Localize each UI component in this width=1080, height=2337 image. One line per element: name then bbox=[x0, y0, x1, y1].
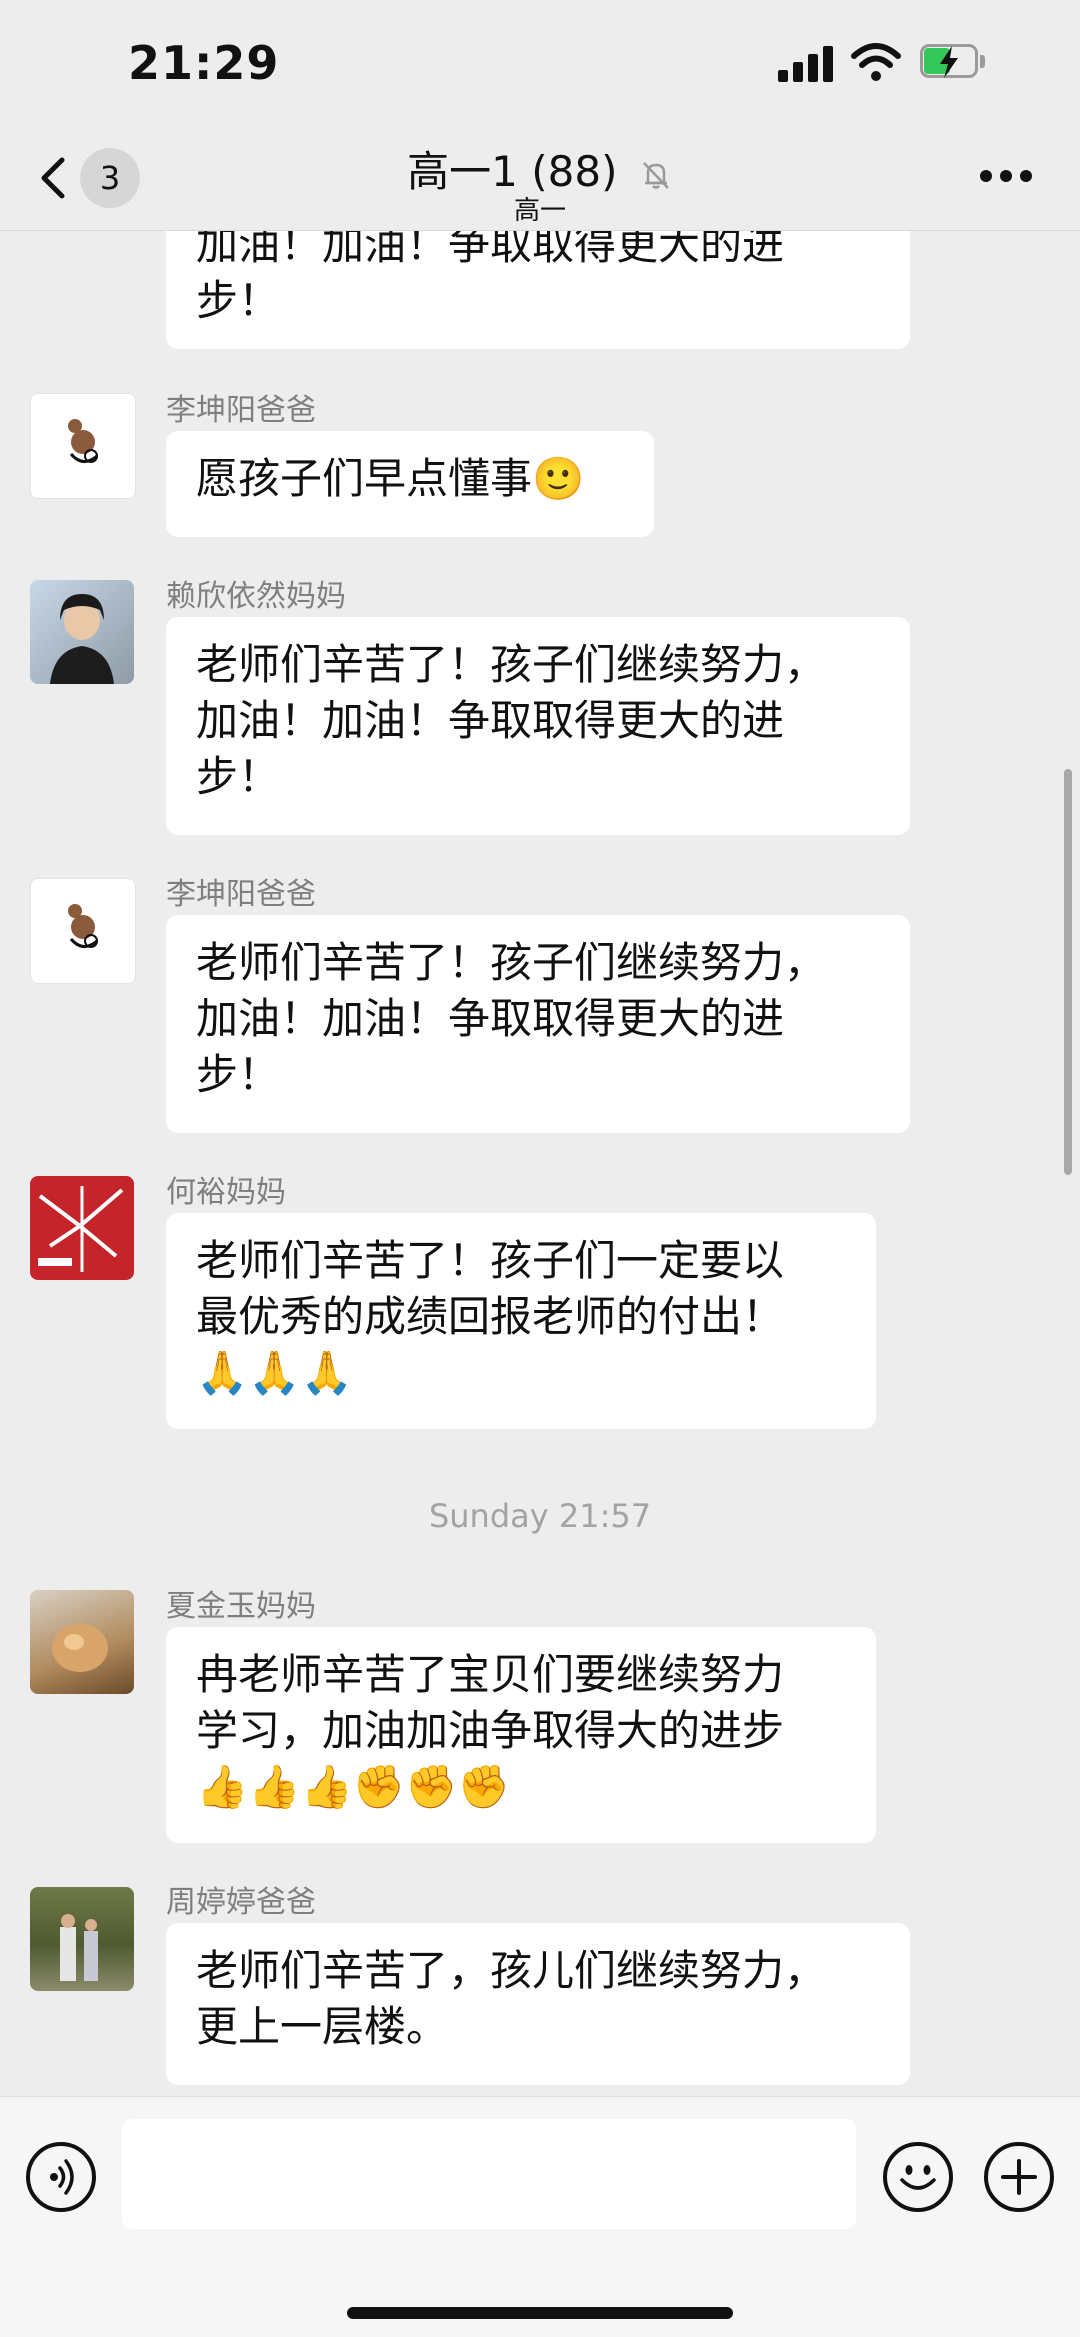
message-line: 老师们辛苦了！孩子们继续努力， bbox=[196, 938, 827, 987]
message-line: 步！ bbox=[196, 1050, 281, 1099]
message-line: 冉老师辛苦了宝贝们要继续努力 bbox=[196, 1650, 785, 1699]
message-bubble[interactable]: 加油！加油！争取取得更大的进 步！ bbox=[166, 231, 910, 349]
chat-subtitle: 高一 bbox=[513, 196, 566, 226]
message-line: 🙏🙏🙏 bbox=[196, 1348, 353, 1397]
message-line: 加油！加油！争取取得更大的进 bbox=[196, 994, 785, 1043]
message-line: 步！ bbox=[196, 752, 281, 801]
timestamp: Sunday 21:57 bbox=[428, 1497, 652, 1535]
message-line: 👍👍👍✊✊✊ bbox=[196, 1762, 510, 1811]
plus-button[interactable] bbox=[984, 2142, 1054, 2212]
emoji-button[interactable] bbox=[883, 2142, 953, 2212]
cellular-signal-icon bbox=[778, 44, 834, 82]
sender-name: 李坤阳爸爸 bbox=[166, 393, 316, 428]
avatar[interactable] bbox=[30, 393, 136, 499]
avatar[interactable] bbox=[30, 580, 134, 684]
message-bubble[interactable]: 老师们辛苦了！孩子们继续努力， 加油！加油！争取取得更大的进 步！ bbox=[166, 617, 910, 835]
message-bubble[interactable]: 老师们辛苦了！孩子们一定要以 最优秀的成绩回报老师的付出！ 🙏🙏🙏 bbox=[166, 1213, 876, 1429]
message-line: 老师们辛苦了！孩子们一定要以 bbox=[196, 1236, 785, 1285]
status-time: 21:29 bbox=[128, 36, 280, 90]
input-bar bbox=[0, 2096, 1080, 2337]
sender-name: 赖欣依然妈妈 bbox=[166, 579, 346, 614]
message-line: 更上一层楼。 bbox=[196, 2002, 449, 2051]
wifi-icon bbox=[851, 43, 901, 81]
message-line: 最优秀的成绩回报老师的付出！ bbox=[196, 1292, 785, 1341]
message-bubble[interactable]: 冉老师辛苦了宝贝们要继续努力 学习，加油加油争取得大的进步 👍👍👍✊✊✊ bbox=[166, 1627, 876, 1843]
message-bubble[interactable]: 老师们辛苦了！孩子们继续努力， 加油！加油！争取取得更大的进 步！ bbox=[166, 915, 910, 1133]
avatar[interactable] bbox=[30, 1176, 134, 1280]
more-dots-icon[interactable] bbox=[980, 170, 1032, 184]
battery-icon bbox=[920, 44, 990, 80]
sender-name: 何裕妈妈 bbox=[166, 1175, 286, 1210]
sender-name: 周婷婷爸爸 bbox=[166, 1885, 316, 1920]
sender-name: 夏金玉妈妈 bbox=[166, 1589, 316, 1624]
message-line: 加油！加油！争取取得更大的进 bbox=[196, 696, 785, 745]
home-indicator[interactable] bbox=[347, 2307, 733, 2319]
charging-bolt-icon bbox=[940, 46, 958, 78]
message-bubble[interactable]: 老师们辛苦了，孩儿们继续努力， 更上一层楼。 bbox=[166, 1923, 910, 2085]
bell-slash-icon bbox=[642, 161, 669, 189]
message-line: 愿孩子们早点懂事🙂 bbox=[196, 454, 585, 503]
message-line: 加油！加油！争取取得更大的进 bbox=[196, 231, 785, 269]
message-line: 学习，加油加油争取得大的进步 bbox=[196, 1706, 785, 1755]
status-bar: 21:29 bbox=[0, 0, 1080, 130]
chat-title: 高一1 (88) bbox=[407, 147, 618, 196]
voice-button[interactable] bbox=[26, 2142, 96, 2212]
message-bubble[interactable]: 愿孩子们早点懂事🙂 bbox=[166, 431, 654, 537]
voice-icon bbox=[50, 2159, 74, 2195]
message-line: 步！ bbox=[196, 276, 281, 325]
avatar[interactable] bbox=[30, 1590, 134, 1694]
plus-icon bbox=[1001, 2159, 1037, 2195]
avatar[interactable] bbox=[30, 1887, 134, 1991]
emoji-icon bbox=[900, 2165, 936, 2190]
scrollbar[interactable] bbox=[1064, 769, 1072, 1175]
avatar[interactable] bbox=[30, 878, 136, 984]
message-list[interactable]: 加油！加油！争取取得更大的进 步！ 李坤阳爸爸 愿孩子们早点懂事🙂 赖欣依然妈妈… bbox=[0, 231, 1080, 2095]
message-input[interactable] bbox=[122, 2119, 856, 2229]
message-line: 老师们辛苦了！孩子们继续努力， bbox=[196, 640, 827, 689]
message-line: 老师们辛苦了，孩儿们继续努力， bbox=[196, 1946, 827, 1995]
sender-name: 李坤阳爸爸 bbox=[166, 877, 316, 912]
chat-header: 3 高一1 (88) 高一 bbox=[0, 130, 1080, 231]
